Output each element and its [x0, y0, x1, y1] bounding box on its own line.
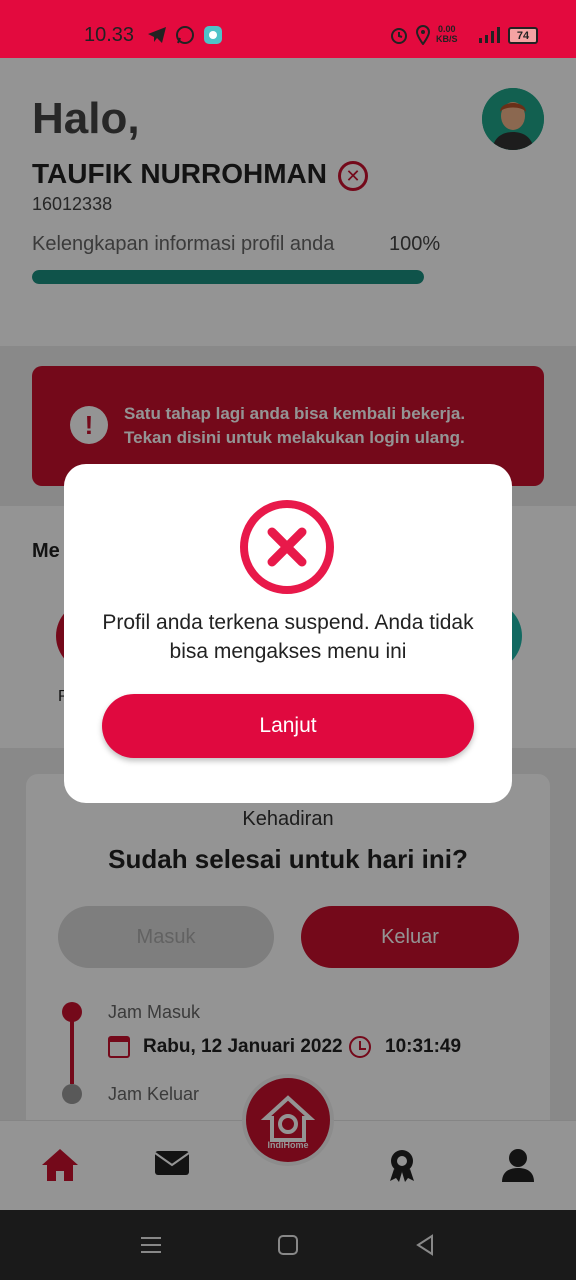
back-icon[interactable]: [412, 1232, 438, 1258]
location-icon: [412, 24, 434, 46]
network-speed: 0.00 KB/S: [436, 24, 458, 44]
system-navigation-bar: [0, 1210, 576, 1280]
battery-indicator: 74: [508, 27, 538, 44]
dialog-message: Profil anda terkena suspend. Anda tidak …: [102, 611, 474, 663]
network-speed-unit: KB/S: [436, 34, 458, 44]
error-x-icon: [240, 500, 334, 594]
whatsapp-icon: [174, 24, 196, 46]
home-button-icon[interactable]: [275, 1232, 301, 1258]
recents-icon[interactable]: [138, 1232, 164, 1258]
signal-icon: [476, 24, 502, 46]
status-bar: 10.33 0.00 KB/S 74: [0, 0, 576, 58]
alarm-icon: [388, 24, 410, 46]
telegram-icon: [146, 24, 168, 46]
status-time: 10.33: [84, 24, 135, 46]
messenger-icon: [202, 24, 224, 46]
network-speed-value: 0.00: [437, 24, 456, 34]
suspend-dialog: Profil anda terkena suspend. Anda tidak …: [64, 464, 512, 803]
continue-button[interactable]: Lanjut: [102, 694, 474, 758]
